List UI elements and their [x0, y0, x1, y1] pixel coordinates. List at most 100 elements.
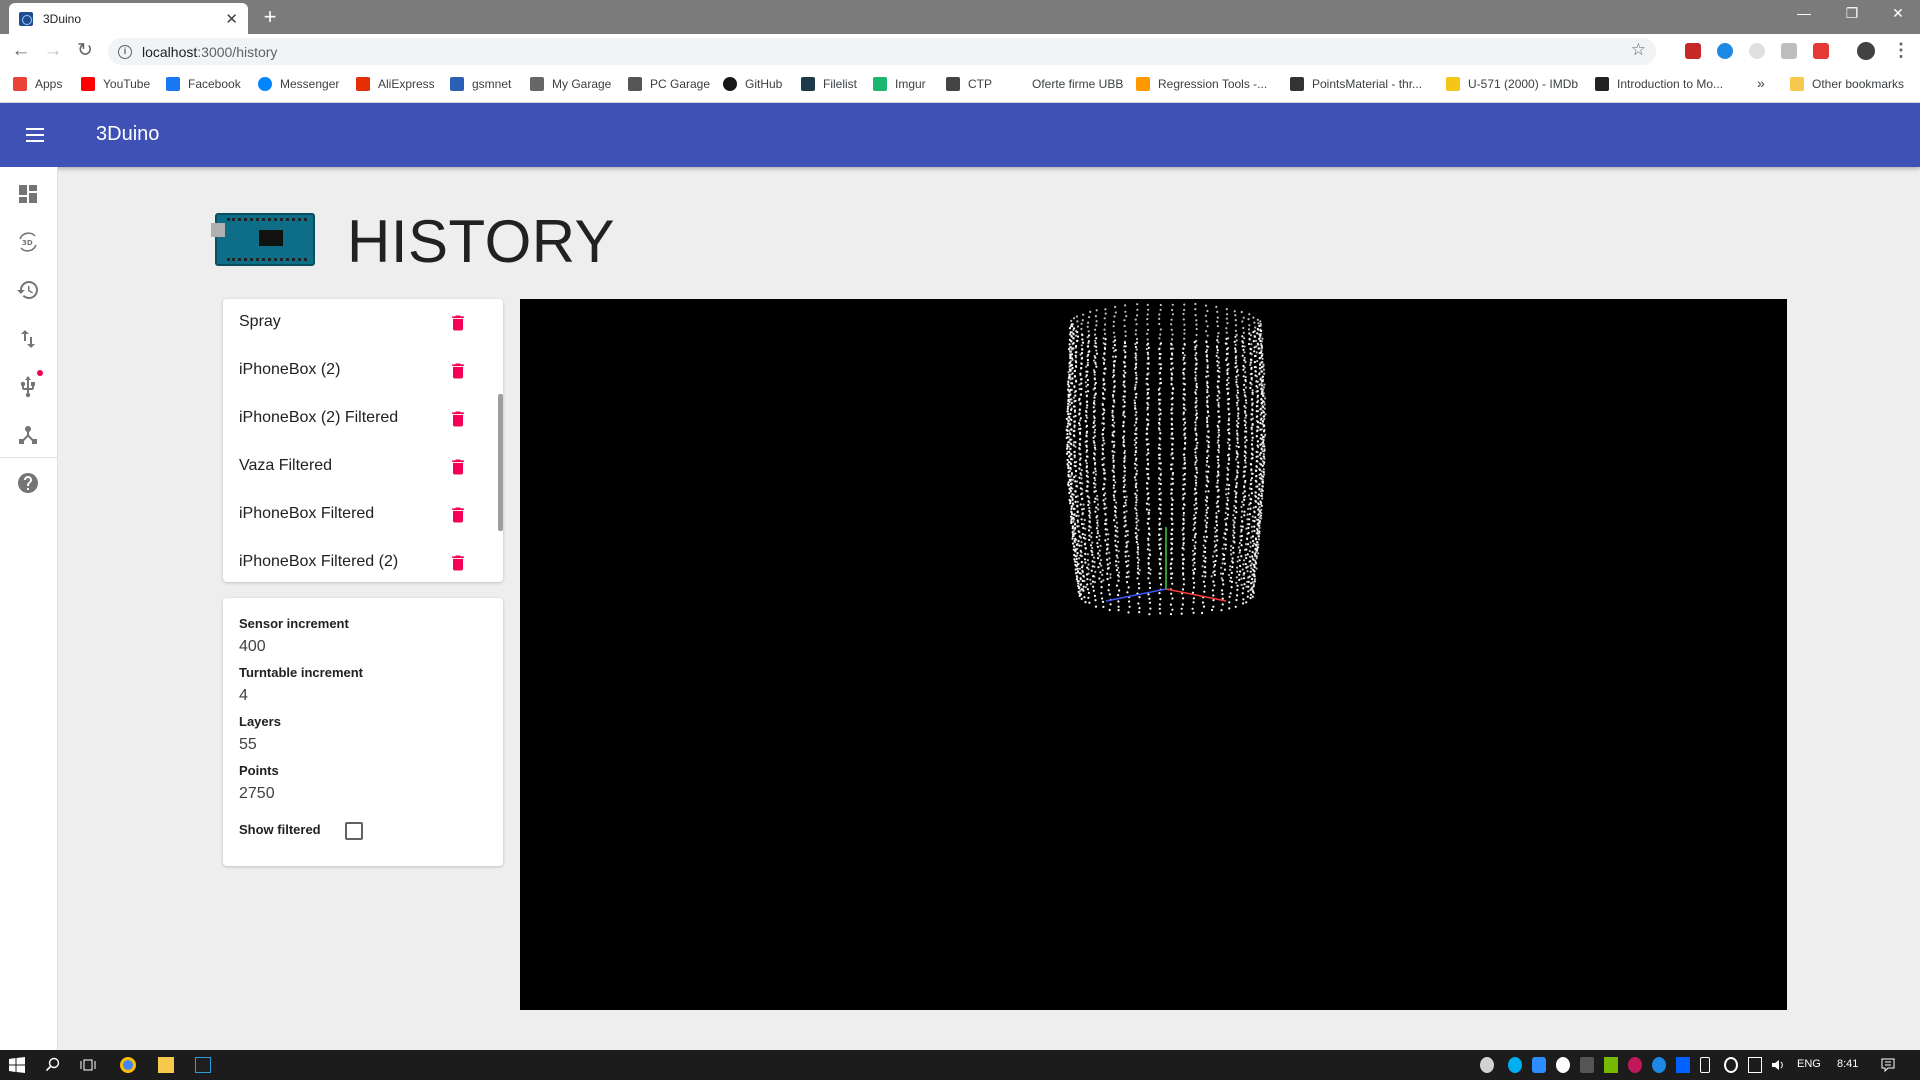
bookmark-star-icon[interactable]: ☆: [1631, 40, 1646, 60]
point: [1102, 483, 1106, 486]
point: [1213, 526, 1216, 530]
bookmark-filelist[interactable]: Filelist: [801, 77, 857, 91]
tray-icon[interactable]: [1652, 1057, 1666, 1073]
scan-list-item[interactable]: iPhoneBox (2) Filtered: [223, 395, 503, 443]
bookmark-aliexpress[interactable]: AliExpress: [356, 77, 435, 91]
menu-icon[interactable]: [24, 125, 48, 145]
delete-icon[interactable]: [448, 553, 468, 573]
bookmark-pointsmaterial[interactable]: PointsMaterial - thr...: [1290, 77, 1422, 91]
bookmark-ctp[interactable]: CTP: [946, 77, 992, 91]
more-bookmarks-button[interactable]: »: [1757, 75, 1765, 91]
point-cloud-viewer[interactable]: [520, 299, 1787, 1010]
task-view-icon[interactable]: [80, 1057, 96, 1073]
device-hub-icon[interactable]: [16, 423, 40, 447]
scan-list-scrollbar[interactable]: [498, 394, 503, 531]
search-icon[interactable]: [45, 1057, 61, 1073]
bookmark-imdb[interactable]: U-571 (2000) - IMDb: [1446, 77, 1578, 91]
delete-icon[interactable]: [448, 505, 468, 525]
info-icon[interactable]: i: [118, 44, 132, 59]
scan-list-item[interactable]: iPhoneBox Filtered: [223, 491, 503, 539]
scan-list-item[interactable]: Spray: [223, 299, 503, 347]
bookmark-github[interactable]: GitHub: [723, 77, 782, 91]
display-icon[interactable]: [1748, 1057, 1762, 1073]
point: [1076, 510, 1079, 513]
show-filtered-checkbox[interactable]: [345, 822, 363, 840]
reload-button[interactable]: ↻: [73, 39, 97, 63]
bookmark-introduction[interactable]: Introduction to Mo...: [1595, 77, 1723, 91]
delete-icon[interactable]: [448, 361, 468, 381]
restore-button[interactable]: ❐: [1832, 5, 1872, 22]
clock[interactable]: 8:41: [1837, 1058, 1858, 1070]
bookmark-my-garage[interactable]: My Garage: [530, 77, 611, 91]
scan-list-item[interactable]: iPhoneBox Filtered (2): [223, 539, 503, 582]
help-icon[interactable]: [16, 471, 40, 495]
point: [1116, 535, 1119, 538]
minimize-button[interactable]: —: [1784, 5, 1824, 21]
scan-list-item[interactable]: Vaza Filtered: [223, 443, 503, 491]
profile-avatar[interactable]: [1857, 42, 1875, 60]
import-export-icon[interactable]: [16, 327, 40, 351]
browser-tab[interactable]: 3Duino ✕: [9, 3, 248, 34]
bookmark-regression-tools[interactable]: Regression Tools -...: [1136, 77, 1267, 91]
point: [1135, 538, 1139, 541]
point: [1258, 511, 1262, 514]
point: [1205, 435, 1209, 438]
chrome-icon[interactable]: [120, 1057, 136, 1073]
back-button[interactable]: ←: [9, 39, 33, 63]
extension-icon[interactable]: [1813, 43, 1829, 59]
ublock-extension-icon[interactable]: [1685, 43, 1701, 59]
point: [1123, 496, 1126, 499]
tray-icon[interactable]: [1628, 1057, 1642, 1073]
nvidia-icon[interactable]: [1604, 1057, 1618, 1073]
action-center-icon[interactable]: [1880, 1057, 1896, 1073]
scan-list-item[interactable]: iPhoneBox (2): [223, 347, 503, 395]
skype-icon[interactable]: [1508, 1057, 1522, 1073]
close-tab-icon[interactable]: ✕: [225, 10, 238, 28]
file-explorer-icon[interactable]: [158, 1057, 174, 1073]
point-cloud-canvas[interactable]: [520, 299, 1787, 1010]
3d-rotation-icon[interactable]: 3D: [16, 230, 40, 254]
bookmark-apps[interactable]: Apps: [13, 77, 62, 91]
delete-icon[interactable]: [448, 313, 468, 333]
dashboard-icon[interactable]: [16, 182, 40, 206]
point: [1146, 343, 1149, 346]
dropbox-icon[interactable]: [1676, 1057, 1690, 1073]
bookmark-imgur[interactable]: Imgur: [873, 77, 926, 91]
bookmark-oferte-firme-ubb[interactable]: Oferte firme UBB: [1010, 77, 1123, 91]
usb-eject-icon[interactable]: [1700, 1057, 1710, 1073]
new-tab-button[interactable]: +: [258, 4, 282, 30]
bookmark-messenger[interactable]: Messenger: [258, 77, 339, 91]
delete-icon[interactable]: [448, 409, 468, 429]
tray-icon[interactable]: [1580, 1057, 1594, 1073]
bookmark-gsmnet[interactable]: gsmnet: [450, 77, 511, 91]
windows-start-icon[interactable]: [9, 1057, 25, 1073]
address-bar[interactable]: i localhost:3000/history ☆: [108, 38, 1656, 65]
network-icon[interactable]: [1724, 1057, 1738, 1073]
webstorm-icon[interactable]: [195, 1057, 211, 1073]
point: [1170, 323, 1173, 326]
close-window-button[interactable]: ✕: [1878, 5, 1918, 22]
extension-icon[interactable]: [1717, 43, 1733, 59]
bookmark-youtube[interactable]: YouTube: [81, 77, 150, 91]
people-icon[interactable]: [1480, 1057, 1494, 1073]
browser-menu-icon[interactable]: ⋮: [1892, 40, 1910, 61]
extension-icon[interactable]: [1749, 43, 1765, 59]
vpn-icon[interactable]: [1556, 1057, 1570, 1073]
usb-icon[interactable]: [16, 375, 40, 399]
point: [1234, 499, 1237, 502]
point: [1249, 593, 1253, 596]
point: [1260, 433, 1263, 436]
point: [1126, 530, 1129, 533]
bookmark-facebook[interactable]: Facebook: [166, 77, 241, 91]
tray-icon[interactable]: [1532, 1057, 1546, 1073]
history-icon[interactable]: [16, 278, 40, 302]
point: [1217, 341, 1220, 344]
point: [1094, 605, 1098, 608]
other-bookmarks-folder[interactable]: Other bookmarks: [1790, 77, 1904, 91]
extension-icon[interactable]: [1781, 43, 1797, 59]
language-indicator[interactable]: ENG: [1797, 1058, 1821, 1070]
volume-icon[interactable]: [1770, 1057, 1786, 1073]
bookmark-pc-garage[interactable]: PC Garage: [628, 77, 710, 91]
forward-button[interactable]: →: [41, 39, 65, 63]
delete-icon[interactable]: [448, 457, 468, 477]
